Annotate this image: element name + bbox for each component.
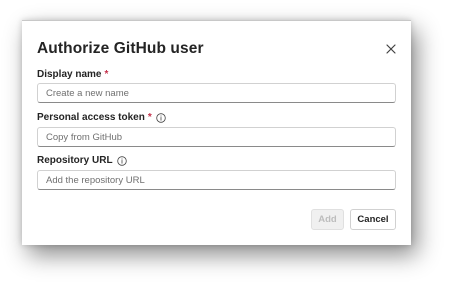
close-icon [384,42,398,56]
required-marker: * [147,112,152,123]
repository-url-label-text: Repository URL [37,155,113,166]
personal-access-token-label: Personal access token * [37,112,166,123]
display-name-label-text: Display name [37,69,102,80]
page-backdrop: Authorize GitHub user Display name * Per… [0,0,454,285]
cancel-button[interactable]: Cancel [350,209,396,230]
repository-url-label: Repository URL [37,155,127,166]
info-icon[interactable] [156,112,166,123]
repository-url-input[interactable] [37,170,396,190]
personal-access-token-label-text: Personal access token [37,112,145,123]
personal-access-token-input[interactable] [37,127,396,147]
add-button[interactable]: Add [311,209,344,230]
display-name-label: Display name * [37,69,108,80]
add-button-label: Add [318,214,337,225]
required-marker: * [104,69,109,80]
authorize-github-dialog: Authorize GitHub user Display name * Per… [22,20,411,245]
close-button[interactable] [384,42,398,56]
cancel-button-label: Cancel [357,214,389,225]
display-name-input[interactable] [37,83,396,103]
dialog-title: Authorize GitHub user [37,40,204,57]
info-icon[interactable] [116,155,127,166]
